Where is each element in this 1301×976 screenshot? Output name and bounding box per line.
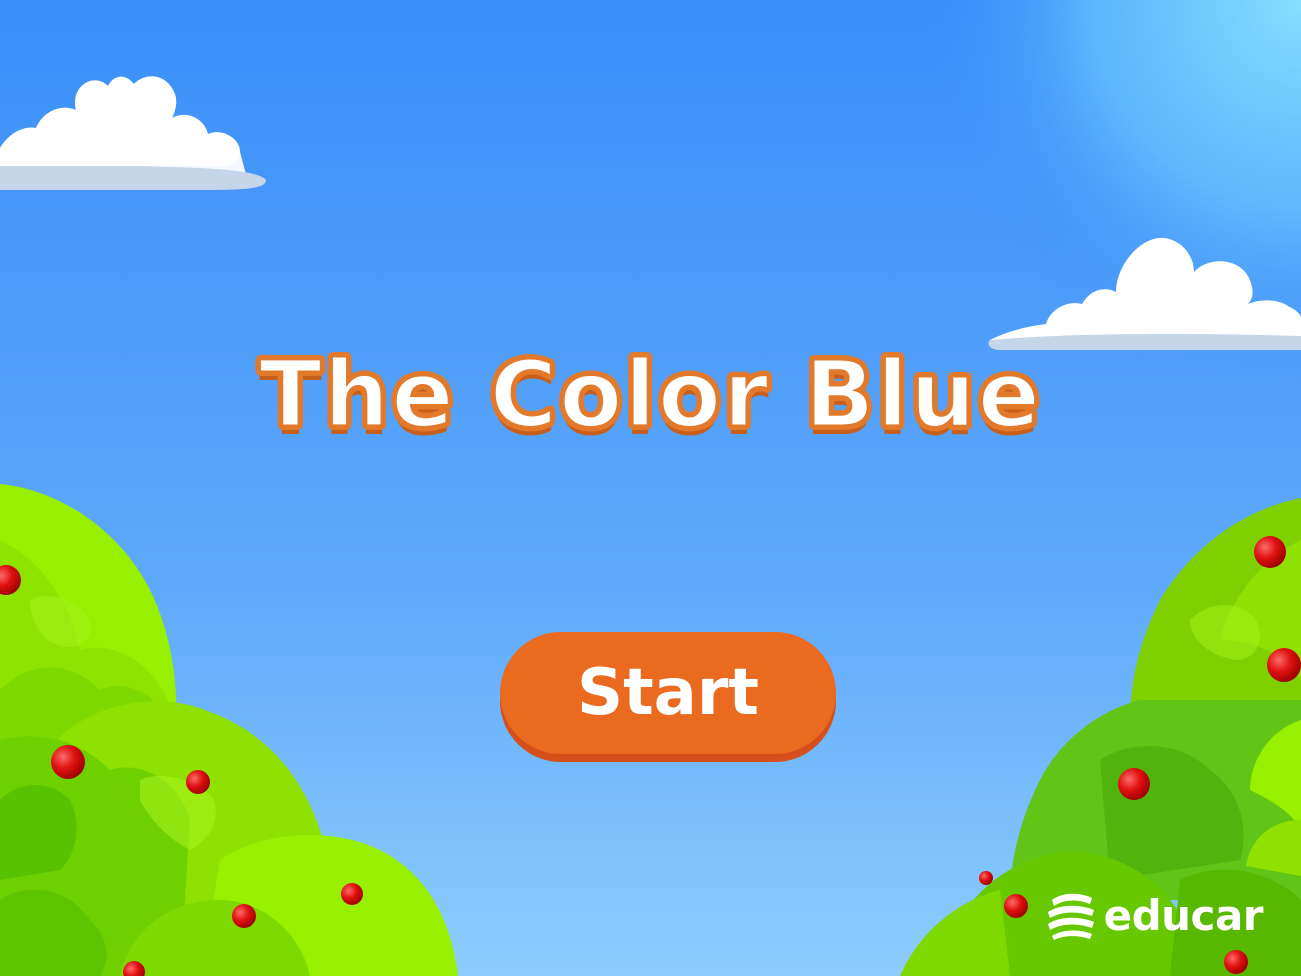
berry bbox=[1118, 768, 1150, 800]
berry bbox=[979, 871, 993, 885]
berry bbox=[1224, 950, 1248, 974]
game-screen: The Color Blue Start educar bbox=[0, 0, 1301, 976]
berry bbox=[341, 883, 363, 905]
berry bbox=[51, 745, 85, 779]
berry bbox=[1254, 536, 1286, 568]
berry bbox=[186, 770, 210, 794]
educar-logo: educar bbox=[1046, 890, 1264, 940]
start-button[interactable]: Start bbox=[500, 632, 836, 754]
berry bbox=[232, 904, 256, 928]
berry bbox=[1004, 894, 1028, 918]
educar-logo-icon bbox=[1047, 893, 1094, 940]
brand-name: educar bbox=[1103, 890, 1264, 940]
berry bbox=[1267, 648, 1301, 682]
game-title: The Color Blue bbox=[257, 339, 1043, 449]
background-scene bbox=[0, 0, 1301, 976]
